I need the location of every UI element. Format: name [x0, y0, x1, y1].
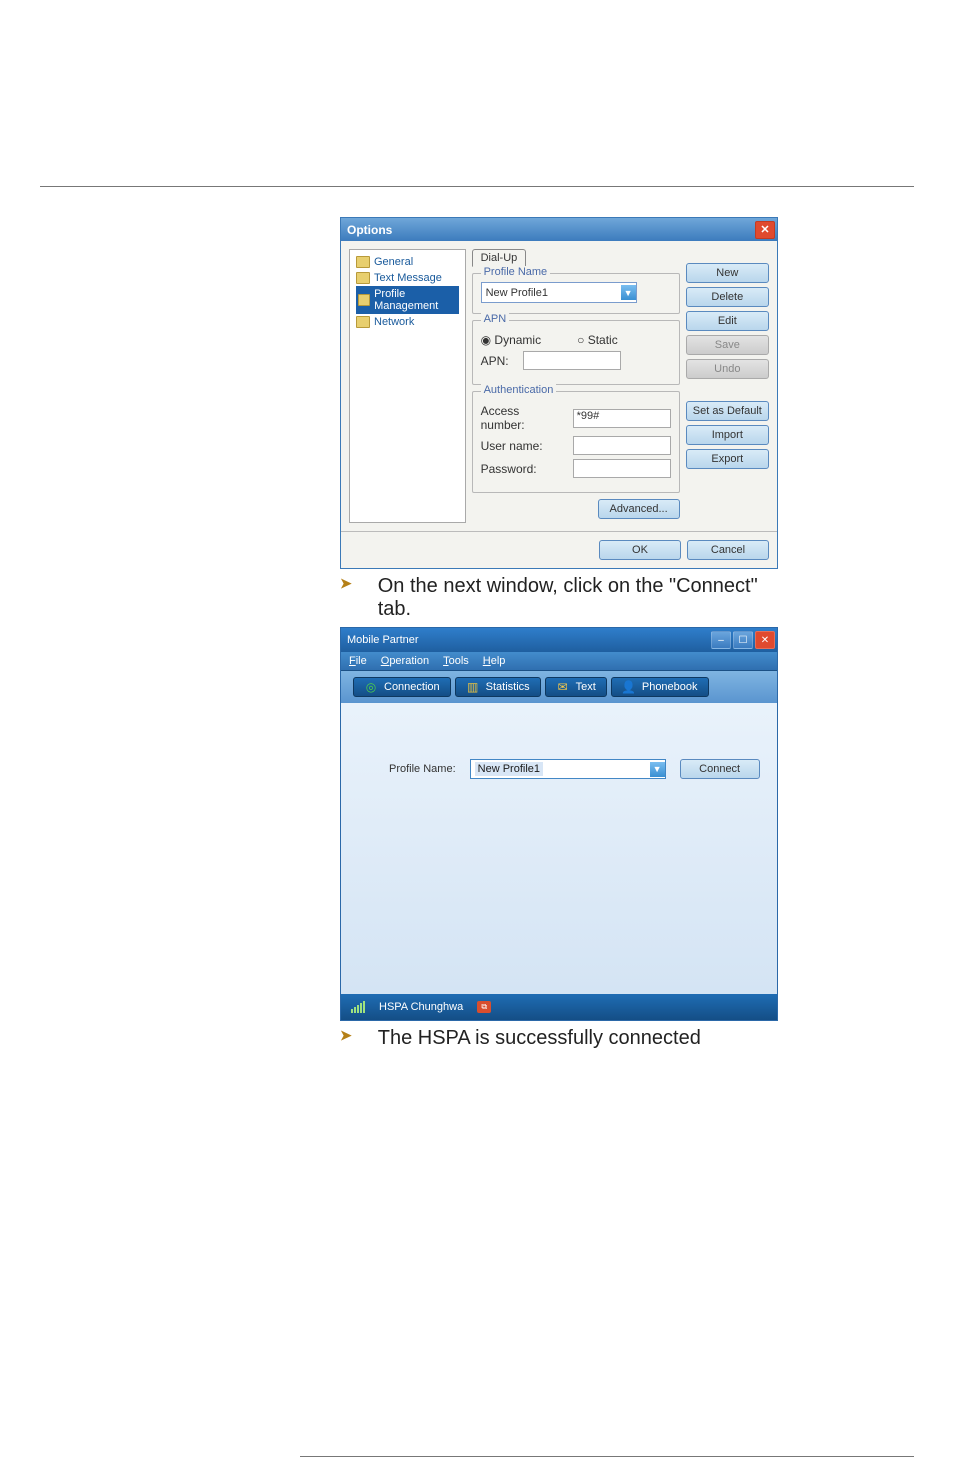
edit-button[interactable]: Edit: [686, 311, 769, 331]
dialog-title: Options: [347, 223, 392, 237]
folder-icon: [356, 316, 370, 328]
import-button[interactable]: Import: [686, 425, 769, 445]
input-user-name[interactable]: [573, 436, 671, 455]
toolbar-phonebook[interactable]: 👤 Phonebook: [611, 677, 709, 697]
profile-combo-value: New Profile1: [486, 287, 548, 299]
input-apn[interactable]: [523, 351, 621, 370]
bullet-arrow-icon: ➤: [340, 575, 352, 592]
person-icon: 👤: [622, 680, 636, 694]
options-dialog: Options ✕ General Text Message Profile: [340, 217, 778, 569]
folder-icon: [356, 256, 370, 268]
toolbar-text[interactable]: ✉ Text: [545, 677, 607, 697]
chevron-down-icon: ▼: [621, 285, 636, 300]
tree-label: General: [374, 256, 413, 268]
tree-item-profile-management[interactable]: Profile Management: [356, 286, 459, 314]
chevron-down-icon: ▼: [650, 762, 665, 777]
tree-item-network[interactable]: Network: [356, 314, 459, 330]
mp-statusbar: HSPA Chunghwa ⧉: [341, 994, 777, 1020]
tree-label: Network: [374, 316, 414, 328]
maximize-icon[interactable]: ☐: [733, 631, 753, 649]
close-icon[interactable]: ✕: [755, 221, 775, 239]
menu-operation[interactable]: Operation: [381, 655, 429, 667]
fieldset-authentication: Authentication Access number: *99# User …: [472, 391, 680, 493]
radio-dynamic[interactable]: ◉ Dynamic: [481, 333, 542, 347]
folder-icon: [356, 272, 370, 284]
minimize-icon[interactable]: ‒: [711, 631, 731, 649]
bullet-line-2: ➤ The HSPA is successfully connected: [340, 1027, 778, 1050]
cancel-button[interactable]: Cancel: [687, 540, 769, 560]
save-button[interactable]: Save: [686, 335, 769, 355]
menu-tools[interactable]: Tools: [443, 655, 469, 667]
profile-combo[interactable]: New Profile1 ▼: [481, 282, 637, 303]
export-button[interactable]: Export: [686, 449, 769, 469]
close-icon[interactable]: ✕: [755, 631, 775, 649]
bullet-arrow-icon: ➤: [340, 1027, 352, 1044]
tree-item-text-message[interactable]: Text Message: [356, 270, 459, 286]
mp-menubar: File Operation Tools Help: [341, 652, 777, 671]
new-button[interactable]: New: [686, 263, 769, 283]
status-operator: HSPA Chunghwa: [379, 1001, 463, 1013]
legend-profile: Profile Name: [481, 266, 551, 278]
mp-body: Profile Name: New Profile1 ▼ Connect: [341, 703, 777, 994]
input-password[interactable]: [573, 459, 671, 478]
tab-dialup[interactable]: Dial-Up: [472, 249, 527, 267]
toolbar-connection[interactable]: ◎ Connection: [353, 677, 451, 697]
mail-icon: ✉: [556, 680, 570, 694]
radio-static[interactable]: ○ Static: [577, 333, 618, 347]
legend-auth: Authentication: [481, 384, 557, 396]
titlebar: Options ✕: [341, 218, 777, 241]
delete-button[interactable]: Delete: [686, 287, 769, 307]
profile-combo[interactable]: New Profile1 ▼: [470, 759, 666, 779]
network-icon: ⧉: [477, 1001, 491, 1013]
label-apn: APN:: [481, 354, 517, 368]
nav-tree: General Text Message Profile Management …: [349, 249, 466, 523]
input-access-number[interactable]: *99#: [573, 409, 671, 428]
mp-toolbar: ◎ Connection ▥ Statistics ✉ Text 👤 Phone…: [341, 671, 777, 703]
globe-icon: ◎: [364, 680, 378, 694]
bullet-text-2: The HSPA is successfully connected: [378, 1027, 701, 1050]
chart-icon: ▥: [466, 680, 480, 694]
dialog-bottom-row: OK Cancel: [341, 531, 777, 568]
signal-icon: [351, 1001, 365, 1013]
menu-file[interactable]: File: [349, 655, 367, 667]
tree-label: Profile Management: [374, 288, 457, 312]
bullet-text-1: On the next window, click on the "Connec…: [378, 575, 778, 621]
top-rule: [40, 186, 914, 187]
label-user-name: User name:: [481, 439, 567, 453]
tree-label: Text Message: [374, 272, 442, 284]
label-profile-name: Profile Name:: [389, 763, 456, 775]
set-default-button[interactable]: Set as Default: [686, 401, 769, 421]
mp-titlebar: Mobile Partner ‒ ☐ ✕: [341, 628, 777, 652]
tree-item-general[interactable]: General: [356, 254, 459, 270]
mp-title-text: Mobile Partner: [347, 634, 419, 646]
menu-help[interactable]: Help: [483, 655, 506, 667]
profile-combo-value: New Profile1: [475, 762, 543, 776]
connect-button[interactable]: Connect: [680, 759, 760, 779]
ok-button[interactable]: OK: [599, 540, 681, 560]
bullet-line-1: ➤ On the next window, click on the "Conn…: [340, 575, 778, 621]
label-access-number: Access number:: [481, 404, 567, 432]
mobile-partner-window: Mobile Partner ‒ ☐ ✕ File Operation Tool…: [340, 627, 778, 1021]
legend-apn: APN: [481, 313, 510, 325]
fieldset-profile-name: Profile Name New Profile1 ▼: [472, 273, 680, 314]
fieldset-apn: APN ◉ Dynamic ○ Static APN:: [472, 320, 680, 385]
toolbar-statistics[interactable]: ▥ Statistics: [455, 677, 541, 697]
advanced-button[interactable]: Advanced...: [598, 499, 680, 519]
folder-icon: [358, 294, 370, 306]
undo-button[interactable]: Undo: [686, 359, 769, 379]
label-password: Password:: [481, 462, 567, 476]
